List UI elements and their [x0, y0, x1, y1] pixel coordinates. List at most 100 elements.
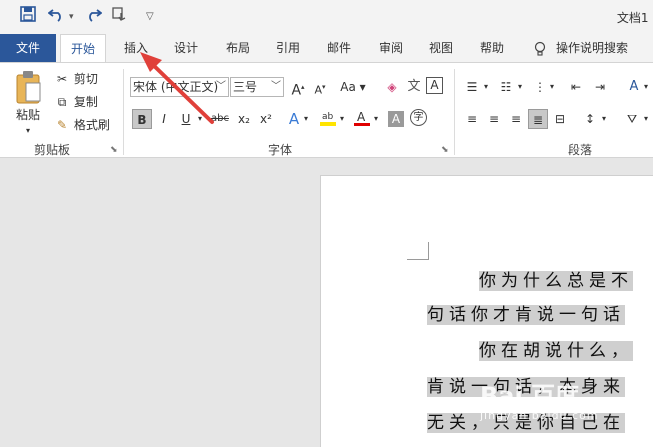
align-center-icon[interactable]: ≡: [484, 109, 504, 129]
char-border-button[interactable]: A: [426, 77, 443, 94]
underline-dropdown-icon[interactable]: ▾: [194, 109, 206, 129]
subscript-icon: x₂: [238, 112, 250, 126]
selected-text[interactable]: 你在胡说什么，: [479, 341, 633, 361]
align-left-icon[interactable]: ≡: [462, 109, 482, 129]
superscript-button[interactable]: x²: [256, 109, 276, 129]
numbering-icon[interactable]: ☷: [496, 77, 516, 97]
shading-dropdown-icon[interactable]: ▾: [640, 109, 652, 129]
baidu-watermark-logo: Bai 百度 jingyan.baidu.com: [480, 376, 599, 422]
tab-design[interactable]: 设计: [166, 34, 206, 62]
highlight-button[interactable]: ab: [318, 109, 338, 129]
font-color-button[interactable]: A: [352, 109, 372, 129]
tab-references[interactable]: 引用: [268, 34, 308, 62]
copy-button[interactable]: ⧉ 复制: [54, 92, 98, 112]
tab-home[interactable]: 开始: [60, 34, 106, 63]
tab-insert[interactable]: 插入: [114, 34, 158, 62]
format-painter-button[interactable]: ✎ 格式刷: [54, 115, 110, 135]
group-divider: [454, 69, 455, 155]
phonetic-guide-icon[interactable]: 文: [404, 77, 424, 97]
change-case-icon: Aa: [340, 80, 356, 94]
chevron-down-icon[interactable]: ﹀: [271, 78, 281, 96]
group-divider: [123, 69, 124, 155]
undo-dropdown-icon[interactable]: ▾: [69, 6, 74, 28]
chevron-down-icon[interactable]: ﹀: [216, 78, 226, 96]
paste-icon: [16, 71, 41, 104]
document-line[interactable]: 你在胡说什么，: [479, 338, 633, 364]
char-shading-button[interactable]: A: [388, 111, 404, 127]
ribbon-tabs: 文件 开始 插入 设计 布局 引用 邮件 审阅 视图 帮助 操作说明搜索: [0, 34, 653, 63]
watermark-site: jingyan.baidu.com: [480, 409, 599, 422]
underline-button[interactable]: U: [176, 109, 196, 129]
scissors-icon: ✂: [56, 72, 68, 86]
tab-view[interactable]: 视图: [421, 34, 461, 62]
cut-button[interactable]: ✂ 剪切: [54, 69, 98, 89]
highlight-dropdown-icon[interactable]: ▾: [336, 109, 348, 129]
font-name-value: 宋体 (中文正文): [133, 80, 219, 94]
copy-label: 复制: [73, 95, 98, 109]
italic-button[interactable]: I: [154, 109, 174, 129]
font-color-icon: A: [354, 110, 370, 126]
change-case-button[interactable]: Aa ▾: [338, 77, 368, 97]
tab-review[interactable]: 审阅: [371, 34, 411, 62]
font-color-dropdown-icon[interactable]: ▾: [370, 109, 382, 129]
char-shading-icon: A: [391, 112, 401, 126]
clear-formatting-icon[interactable]: ◈: [382, 77, 402, 97]
selected-text[interactable]: 你为什么总是不: [479, 271, 633, 291]
touch-mode-icon[interactable]: [112, 6, 130, 28]
bold-icon: B: [137, 113, 147, 127]
enclose-char-icon: 字: [413, 112, 424, 123]
grow-font-icon: A: [291, 82, 302, 99]
justify-icon[interactable]: ≣: [528, 109, 548, 129]
lightbulb-icon: [530, 34, 550, 62]
svg-text:ab: ab: [322, 112, 334, 122]
bold-button[interactable]: B: [132, 109, 152, 129]
strikethrough-button[interactable]: abc: [208, 109, 232, 129]
cut-label: 剪切: [73, 72, 98, 86]
ribbon-home: 粘贴 ▾ ✂ 剪切 ⧉ 复制 ✎ 格式刷 剪贴板 ⬊ 宋体 (中文正文) ﹀ 三…: [0, 62, 653, 158]
grow-font-button[interactable]: A▴: [288, 77, 308, 99]
shrink-font-button[interactable]: A▾: [310, 77, 330, 97]
bullets-icon[interactable]: ☰: [462, 77, 482, 97]
enclose-char-button[interactable]: 字: [410, 109, 427, 126]
tab-mailings[interactable]: 邮件: [319, 34, 359, 62]
shading-icon[interactable]: ⛛: [622, 109, 642, 129]
tab-help[interactable]: 帮助: [472, 34, 512, 62]
strikethrough-icon: abc: [211, 113, 229, 124]
increase-indent-icon[interactable]: ⇥: [590, 77, 610, 97]
subscript-button[interactable]: x₂: [234, 109, 254, 129]
font-launcher-icon[interactable]: ⬊: [441, 145, 449, 155]
bullets-dropdown-icon[interactable]: ▾: [480, 77, 492, 97]
align-right-icon[interactable]: ≡: [506, 109, 526, 129]
font-size-combo[interactable]: 三号 ﹀: [230, 77, 284, 97]
line-spacing-icon[interactable]: ↕: [580, 109, 600, 129]
save-icon[interactable]: [20, 6, 36, 28]
line-spacing-dropdown-icon[interactable]: ▾: [598, 109, 610, 129]
selected-text[interactable]: 句话你才肯说一句话: [427, 305, 625, 325]
distributed-icon[interactable]: ⊟: [550, 109, 570, 129]
clipboard-launcher-icon[interactable]: ⬊: [110, 145, 118, 155]
copy-icon: ⧉: [57, 95, 67, 109]
svg-text:A: A: [357, 110, 366, 124]
window-title: 文档1 [: [616, 11, 653, 25]
paste-button[interactable]: [14, 69, 48, 109]
multilevel-dropdown-icon[interactable]: ▾: [546, 77, 558, 97]
decrease-indent-icon[interactable]: ⇤: [566, 77, 586, 97]
document-line[interactable]: 你为什么总是不: [479, 268, 633, 294]
customize-icon[interactable]: ▽: [146, 6, 154, 28]
highlighter-icon: ab: [320, 112, 336, 126]
shrink-font-icon: A: [314, 83, 322, 97]
document-line[interactable]: 句话你才肯说一句话: [427, 302, 625, 328]
tab-layout[interactable]: 布局: [218, 34, 258, 62]
text-effects-dropdown-icon[interactable]: ▾: [300, 109, 312, 129]
redo-icon[interactable]: [84, 6, 103, 28]
numbering-dropdown-icon[interactable]: ▾: [514, 77, 526, 97]
font-name-combo[interactable]: 宋体 (中文正文) ﹀: [130, 77, 229, 97]
tell-me-search[interactable]: 操作说明搜索: [556, 34, 640, 62]
paste-dropdown-icon[interactable]: ▾: [26, 121, 30, 141]
char-border-icon: A: [430, 78, 439, 92]
undo-icon[interactable]: [47, 6, 66, 28]
tab-file[interactable]: 文件: [0, 34, 56, 62]
chinese-layout-dropdown-icon[interactable]: ▾: [640, 77, 652, 97]
underline-icon: U: [181, 112, 191, 126]
margin-corner-mark: [407, 242, 429, 260]
